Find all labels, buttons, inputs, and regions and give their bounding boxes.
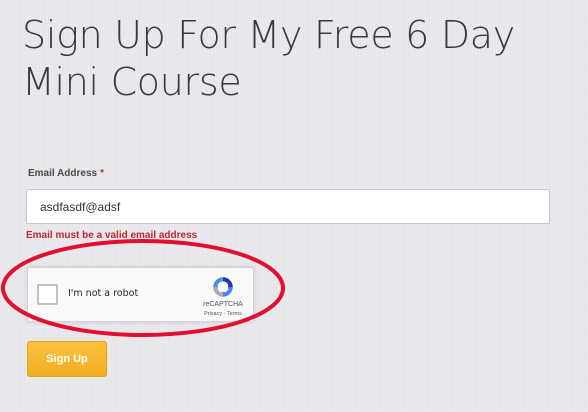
email-field-label: Email Address * [28, 168, 104, 179]
recaptcha-link-separator: - [223, 311, 226, 317]
signup-button[interactable]: Sign Up [27, 341, 107, 377]
required-marker: * [100, 168, 105, 179]
page-title-line-1: Sign Up For My Free 6 Day [22, 13, 515, 57]
page-title: Sign Up For My Free 6 Day Mini Course [22, 12, 582, 106]
recaptcha-terms-link[interactable]: Terms [227, 311, 242, 317]
email-error-message: Email must be a valid email address [26, 230, 198, 241]
recaptcha-brand: reCAPTCHA [203, 301, 243, 308]
recaptcha-logo-icon [213, 277, 233, 297]
recaptcha-privacy-link[interactable]: Privacy [204, 311, 222, 317]
email-label-text: Email Address [28, 168, 98, 179]
email-field[interactable] [26, 189, 550, 224]
recaptcha-checkbox[interactable] [37, 284, 58, 305]
recaptcha-label: I'm not a robot [68, 288, 139, 299]
page-title-line-2: Mini Course [22, 60, 242, 104]
recaptcha-links: Privacy - Terms [195, 311, 251, 317]
recaptcha-widget: I'm not a robot reCAPTCHA Privacy - Term… [27, 267, 254, 322]
